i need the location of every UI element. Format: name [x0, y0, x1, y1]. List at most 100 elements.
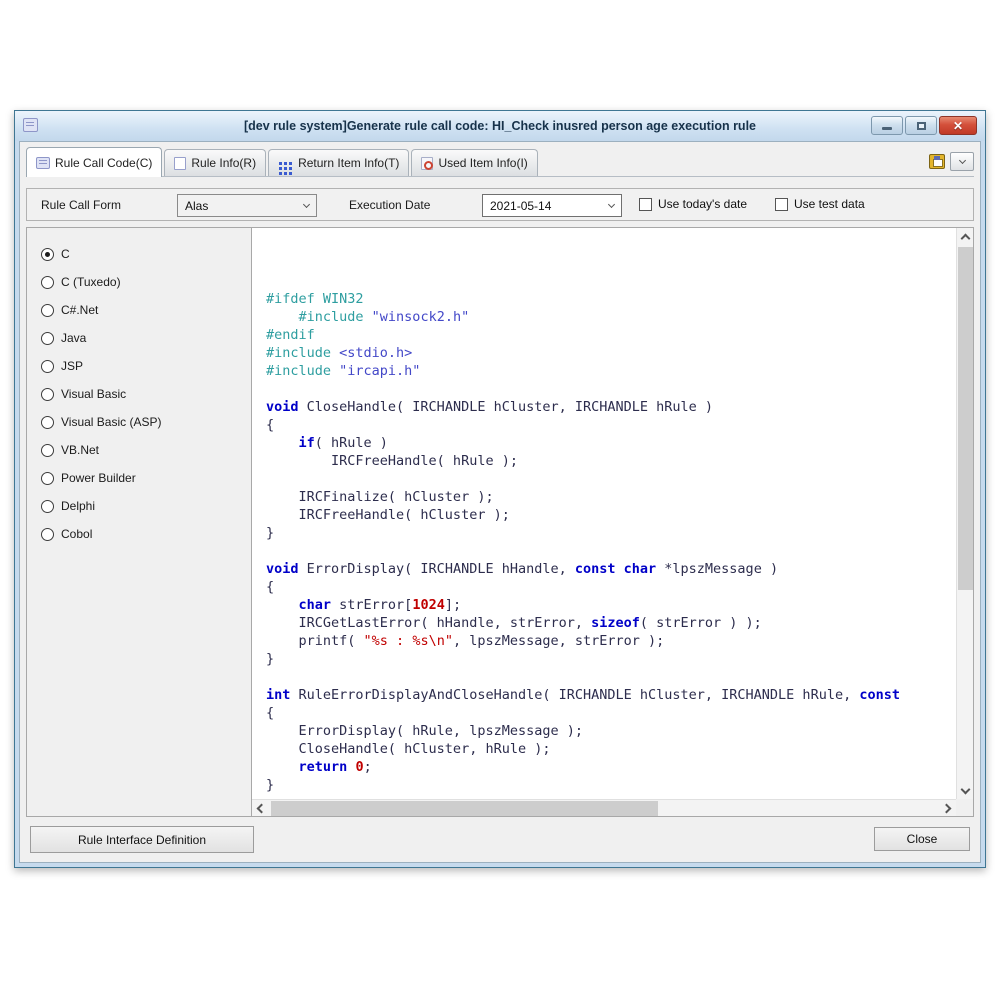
close-dialog-button[interactable]: Close: [874, 827, 970, 851]
tab-label: Rule Info(R): [191, 156, 256, 170]
window-title: [dev rule system]Generate rule call code…: [15, 119, 985, 133]
radio-button[interactable]: [41, 332, 54, 345]
radio-label: Power Builder: [61, 471, 136, 485]
maximize-button[interactable]: [905, 116, 937, 135]
horizontal-scroll-thumb[interactable]: [271, 801, 658, 816]
code-line: #include "ircapi.h": [266, 362, 956, 380]
execution-date-label: Execution Date: [349, 198, 430, 212]
code-line: {: [266, 704, 956, 722]
radio-button[interactable]: [41, 472, 54, 485]
vertical-scroll-thumb[interactable]: [958, 247, 973, 590]
code-line: [266, 542, 956, 560]
language-option-c-net[interactable]: C#.Net: [41, 296, 251, 324]
chevron-down-icon: [608, 200, 615, 207]
radio-button[interactable]: [41, 500, 54, 513]
code-line: void ErrorDisplay( IRCHANDLE hHandle, co…: [266, 560, 956, 578]
main-area: C C (Tuxedo) C#.Net Java JSP Visual Basic Visu…: [26, 227, 974, 817]
radio-label: C (Tuxedo): [61, 275, 121, 289]
horizontal-scrollbar[interactable]: [252, 799, 956, 816]
radio-label: Cobol: [61, 527, 92, 541]
radio-button[interactable]: [41, 528, 54, 541]
code-editor[interactable]: #ifdef WIN32 #include "winsock2.h"#endif…: [252, 228, 956, 799]
code-line: {: [266, 578, 956, 596]
code-line: [266, 668, 956, 686]
vertical-scrollbar[interactable]: [956, 228, 973, 799]
radio-button[interactable]: [41, 276, 54, 289]
language-option-c[interactable]: C: [41, 240, 251, 268]
rule-info-icon: [174, 157, 186, 170]
code-line: IRCFreeHandle( hCluster );: [266, 506, 956, 524]
close-icon: ✕: [953, 120, 963, 132]
tab-rule-call-code-c[interactable]: Rule Call Code(C): [26, 147, 162, 177]
chevron-down-icon: [958, 156, 965, 163]
minimize-button[interactable]: [871, 116, 903, 135]
code-line: IRCFinalize( hCluster );: [266, 488, 956, 506]
language-option-jsp[interactable]: JSP: [41, 352, 251, 380]
scrollbar-corner: [956, 799, 973, 816]
language-option-visual-basic[interactable]: Visual Basic: [41, 380, 251, 408]
tab-return-item-info-t[interactable]: Return Item Info(T): [268, 149, 409, 176]
close-button[interactable]: ✕: [939, 116, 977, 135]
language-option-visual-basic-asp[interactable]: Visual Basic (ASP): [41, 408, 251, 436]
code-line: CloseHandle( hCluster, hRule );: [266, 740, 956, 758]
title-bar[interactable]: [dev rule system]Generate rule call code…: [15, 111, 985, 141]
language-option-java[interactable]: Java: [41, 324, 251, 352]
radio-button[interactable]: [41, 444, 54, 457]
tab-used-item-info-i[interactable]: Used Item Info(I): [411, 149, 537, 176]
execution-date-select[interactable]: 2021-05-14: [482, 194, 622, 217]
use-test-data-checkbox[interactable]: [775, 198, 788, 211]
execution-date-value: 2021-05-14: [490, 199, 551, 213]
radio-button[interactable]: [41, 360, 54, 373]
scroll-right-button[interactable]: [939, 800, 956, 817]
radio-button[interactable]: [41, 248, 54, 261]
use-test-data-option: Use test data: [775, 197, 865, 211]
tab-bar-right: [929, 152, 974, 176]
code-line: printf( "%s : %s\n", lpszMessage, strErr…: [266, 632, 956, 650]
code-line: return 0;: [266, 758, 956, 776]
language-option-delphi[interactable]: Delphi: [41, 492, 251, 520]
radio-label: Visual Basic (ASP): [61, 415, 161, 429]
scroll-down-button[interactable]: [957, 782, 974, 799]
radio-button[interactable]: [41, 388, 54, 401]
chevron-right-icon: [942, 804, 952, 814]
tab-bar: Rule Call Code(C) Rule Info(R) Return Item…: [26, 147, 974, 177]
tab-label: Return Item Info(T): [298, 156, 399, 170]
code-line: IRCGetLastError( hHandle, strError, size…: [266, 614, 956, 632]
use-todays-date-label: Use today's date: [658, 197, 747, 211]
code-line: #include <stdio.h>: [266, 344, 956, 362]
tab-rule-info-r[interactable]: Rule Info(R): [164, 149, 266, 176]
client-area: Rule Call Code(C) Rule Info(R) Return Item…: [19, 141, 981, 863]
code-panel: #ifdef WIN32 #include "winsock2.h"#endif…: [251, 228, 973, 816]
radio-label: JSP: [61, 359, 83, 373]
toolbar: Rule Call Form Alas Execution Date 2021-…: [26, 188, 974, 221]
scroll-left-button[interactable]: [252, 800, 269, 817]
scroll-up-button[interactable]: [957, 228, 974, 245]
rule-call-form-select[interactable]: Alas: [177, 194, 317, 217]
code-line: }: [266, 524, 956, 542]
radio-label: VB.Net: [61, 443, 99, 457]
minimize-icon: [882, 127, 892, 130]
language-option-power-builder[interactable]: Power Builder: [41, 464, 251, 492]
radio-button[interactable]: [41, 416, 54, 429]
rule-call-form-value: Alas: [185, 199, 208, 213]
save-dropdown-button[interactable]: [950, 152, 974, 171]
save-icon[interactable]: [929, 154, 945, 169]
code-line: }: [266, 776, 956, 794]
use-todays-date-checkbox[interactable]: [639, 198, 652, 211]
radio-label: Visual Basic: [61, 387, 126, 401]
code-line: [266, 380, 956, 398]
code-line: char strError[1024];: [266, 596, 956, 614]
language-option-c-tuxedo[interactable]: C (Tuxedo): [41, 268, 251, 296]
code-line: {: [266, 416, 956, 434]
radio-button[interactable]: [41, 304, 54, 317]
tab-label: Used Item Info(I): [438, 156, 527, 170]
code-line: int RuleErrorDisplayAndCloseHandle( IRCH…: [266, 686, 956, 704]
rule-interface-definition-button[interactable]: Rule Interface Definition: [30, 826, 254, 853]
rule-call-code-icon: [36, 157, 50, 169]
code-line: }: [266, 650, 956, 668]
radio-label: C#.Net: [61, 303, 98, 317]
use-test-data-label: Use test data: [794, 197, 865, 211]
language-option-cobol[interactable]: Cobol: [41, 520, 251, 548]
language-option-vb-net[interactable]: VB.Net: [41, 436, 251, 464]
code-line: #ifdef WIN32: [266, 290, 956, 308]
